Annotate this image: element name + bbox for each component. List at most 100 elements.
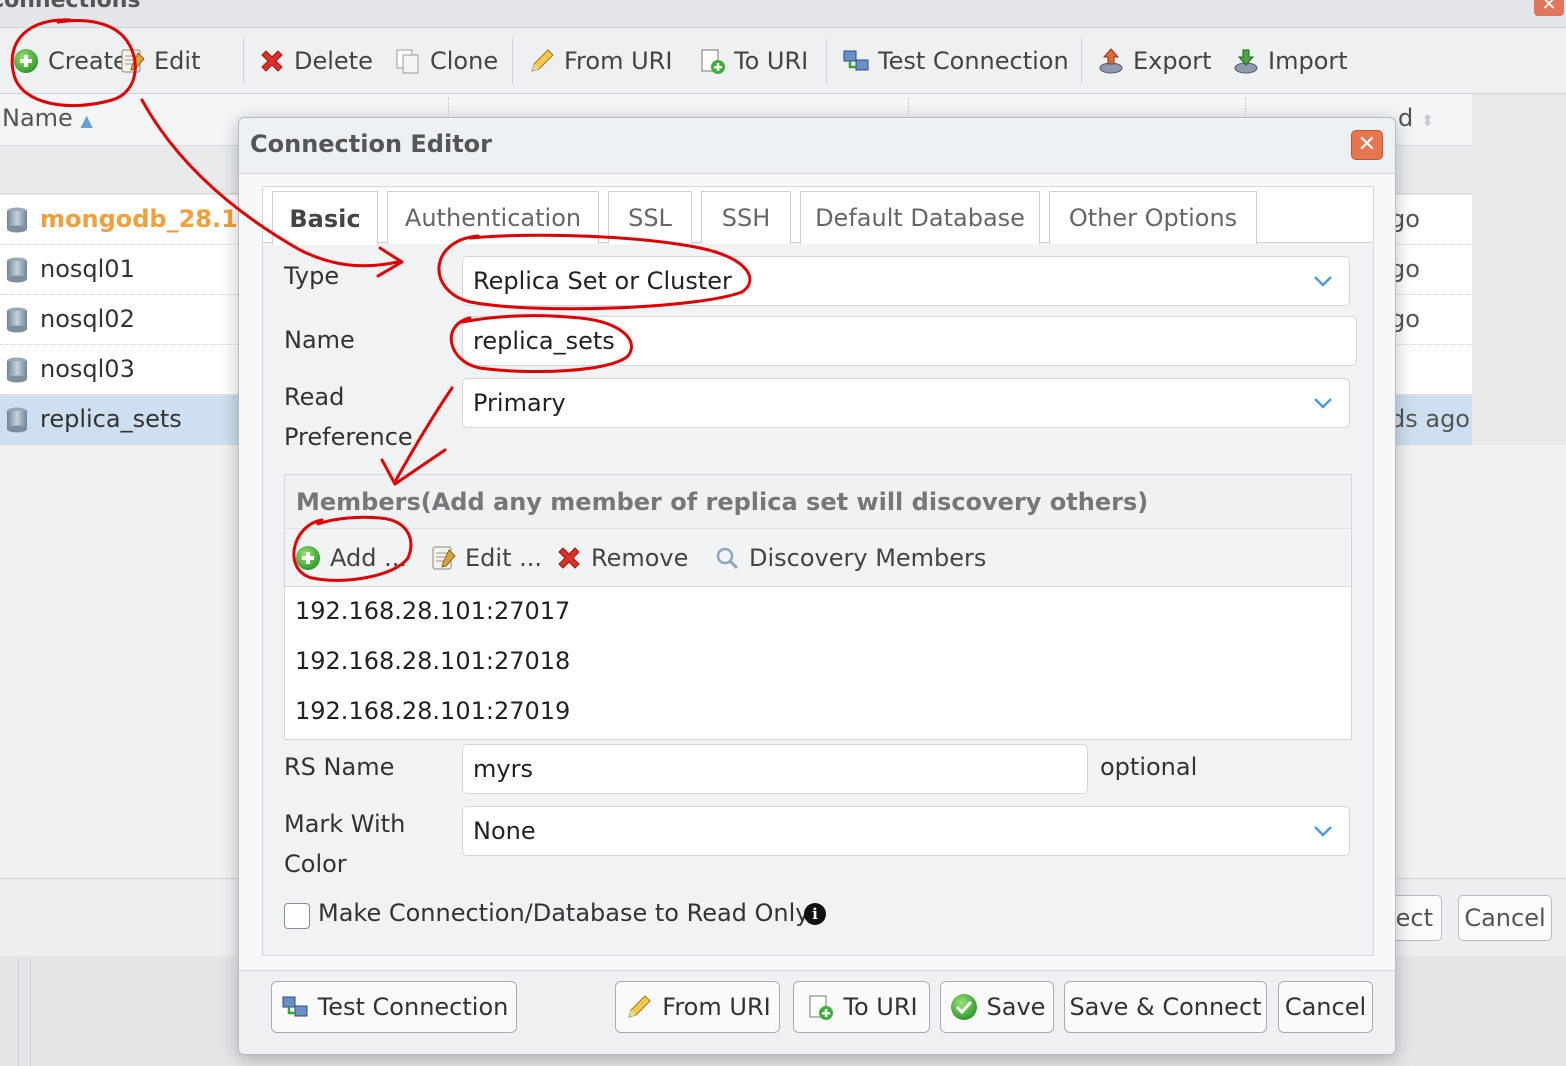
- tab-default-database[interactable]: Default Database: [800, 191, 1040, 244]
- dialog-title-bar: Connection Editor ✕: [239, 118, 1395, 174]
- export-button[interactable]: Export: [1097, 44, 1212, 78]
- info-icon[interactable]: i: [804, 903, 826, 925]
- check-circle-icon: [949, 992, 979, 1022]
- cancel-button[interactable]: Cancel: [1458, 895, 1552, 941]
- add-member-button[interactable]: Add ...: [294, 541, 407, 575]
- column-sort-icon[interactable]: d ⬍: [1398, 104, 1434, 132]
- test-connection-label: Test Connection: [878, 47, 1069, 75]
- member-item[interactable]: 192.168.28.101:27017: [295, 597, 570, 625]
- clone-label: Clone: [430, 47, 499, 75]
- close-icon[interactable]: ✕: [1351, 130, 1383, 160]
- dialog-footer: Test Connection From URI To URI Save Sav…: [239, 970, 1395, 1054]
- edit-label: Edit: [154, 47, 201, 75]
- export-icon: [1097, 47, 1125, 75]
- edit-member-button[interactable]: Edit ...: [429, 541, 542, 575]
- to-uri-button[interactable]: To URI: [698, 44, 808, 78]
- remove-member-label: Remove: [591, 544, 689, 572]
- name-input[interactable]: replica_sets: [462, 316, 1357, 366]
- read-preference-value: Primary: [473, 389, 566, 417]
- connection-name: mongodb_28.10: [40, 205, 255, 233]
- test-connection-button[interactable]: Test Connection: [271, 981, 517, 1033]
- delete-x-icon: [258, 47, 286, 75]
- discovery-members-button[interactable]: Discovery Members: [713, 541, 986, 575]
- test-connection-button[interactable]: Test Connection: [842, 44, 1069, 78]
- tab-basic[interactable]: Basic: [272, 191, 378, 245]
- cancel-button[interactable]: Cancel: [1278, 981, 1373, 1033]
- delete-x-icon: [555, 544, 583, 572]
- mark-color-label: Mark With: [284, 810, 406, 838]
- toolbar-divider: [243, 38, 244, 84]
- delete-button[interactable]: Delete: [258, 44, 373, 78]
- connection-name: nosql03: [40, 355, 135, 383]
- plus-circle-icon: [294, 544, 322, 572]
- mark-color-label-2: Color: [284, 850, 347, 878]
- import-label: Import: [1268, 47, 1348, 75]
- from-uri-button[interactable]: From URI: [615, 981, 780, 1033]
- edit-button[interactable]: Edit: [118, 44, 200, 78]
- add-member-label: Add ...: [330, 544, 407, 572]
- import-button[interactable]: Import: [1232, 44, 1348, 78]
- edit-member-label: Edit ...: [465, 544, 542, 572]
- save-connect-button[interactable]: Save & Connect: [1064, 981, 1267, 1033]
- database-icon: [7, 207, 27, 233]
- member-item[interactable]: 192.168.28.101:27018: [295, 647, 570, 675]
- read-only-checkbox[interactable]: [284, 903, 310, 929]
- name-label: Name: [284, 326, 355, 354]
- tab-bar: Basic Authentication SSL SSH Default Dat…: [263, 187, 1373, 245]
- connection-name: nosql01: [40, 255, 135, 283]
- to-uri-label: To URI: [843, 993, 918, 1021]
- edit-icon: [118, 47, 146, 75]
- rs-name-hint: optional: [1100, 753, 1198, 781]
- save-button[interactable]: Save: [940, 981, 1054, 1033]
- export-label: Export: [1133, 47, 1212, 75]
- save-label: Save: [986, 993, 1046, 1021]
- pencil-icon: [528, 47, 556, 75]
- mark-color-select[interactable]: None: [462, 806, 1350, 856]
- type-label: Type: [284, 262, 340, 290]
- tab-ssh[interactable]: SSH: [701, 191, 791, 244]
- remove-member-button[interactable]: Remove: [555, 541, 688, 575]
- import-icon: [1232, 47, 1260, 75]
- from-uri-button[interactable]: From URI: [528, 44, 672, 78]
- toolbar-divider: [512, 38, 513, 84]
- plus-circle-icon: [12, 47, 40, 75]
- test-connection-icon: [280, 992, 310, 1022]
- cancel-label: Cancel: [1284, 993, 1367, 1021]
- test-connection-icon: [842, 47, 870, 75]
- name-value: replica_sets: [473, 327, 615, 355]
- to-uri-button[interactable]: To URI: [793, 981, 930, 1033]
- from-uri-label: From URI: [564, 47, 673, 75]
- read-preference-label-2: Preference: [284, 423, 413, 451]
- type-value: Replica Set or Cluster: [473, 267, 732, 295]
- connection-name: nosql02: [40, 305, 135, 333]
- members-header: Members(Add any member of replica set wi…: [285, 475, 1351, 529]
- read-preference-label: Read: [284, 383, 345, 411]
- connections-title-bar: Connections ✕: [0, 0, 1566, 28]
- members-section: Members(Add any member of replica set wi…: [284, 474, 1352, 740]
- database-icon: [7, 307, 27, 333]
- rs-name-label: RS Name: [284, 753, 395, 781]
- tab-other-options[interactable]: Other Options: [1049, 191, 1257, 244]
- tab-authentication[interactable]: Authentication: [387, 191, 599, 244]
- create-button[interactable]: Create: [12, 44, 128, 78]
- member-item[interactable]: 192.168.28.101:27019: [295, 697, 570, 725]
- clone-button[interactable]: Clone: [394, 44, 498, 78]
- connection-last-accessed: ds ago: [1390, 405, 1470, 433]
- delete-label: Delete: [294, 47, 373, 75]
- chevron-down-icon: [1314, 826, 1332, 837]
- tab-ssl[interactable]: SSL: [608, 191, 692, 244]
- column-name[interactable]: Name ▲: [2, 104, 93, 132]
- edit-icon: [429, 544, 457, 572]
- chevron-down-icon: [1314, 276, 1332, 287]
- search-icon: [713, 544, 741, 572]
- type-select[interactable]: Replica Set or Cluster: [462, 256, 1350, 306]
- read-preference-select[interactable]: Primary: [462, 378, 1350, 428]
- window-close-icon[interactable]: ✕: [1534, 0, 1564, 16]
- connection-name: replica_sets: [40, 405, 182, 433]
- mark-color-value: None: [473, 817, 536, 845]
- connection-editor-dialog: Connection Editor ✕ Basic Authentication…: [238, 117, 1396, 1055]
- database-icon: [7, 357, 27, 383]
- rs-name-input[interactable]: myrs: [462, 744, 1088, 794]
- document-add-icon: [805, 992, 835, 1022]
- database-icon: [7, 407, 27, 433]
